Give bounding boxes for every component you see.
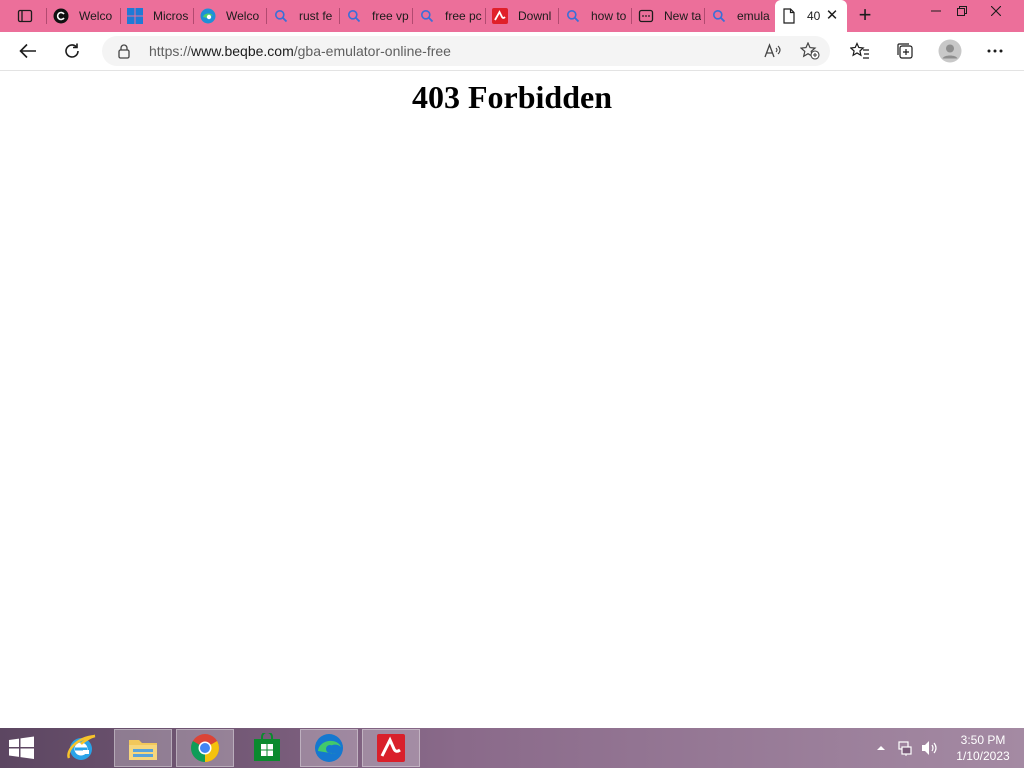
url-host: www.beqbe.com (191, 43, 294, 59)
tab-title: emula (737, 9, 770, 23)
tab-title: free vp (372, 9, 409, 23)
favorites-button[interactable] (844, 35, 876, 67)
taskbar-clock[interactable]: 3:50 PM 1/10/2023 (948, 732, 1018, 764)
tab-welcome-1[interactable]: Welco (47, 4, 119, 28)
network-tray-button[interactable] (896, 728, 916, 768)
windows-start-icon (9, 736, 34, 759)
tab-title: free pc (445, 9, 482, 23)
browser-toolbar: https://www.beqbe.com/gba-emulator-onlin… (0, 32, 1024, 71)
internet-explorer-icon (67, 734, 96, 760)
search-icon (346, 8, 362, 24)
tab-title: Welco (226, 9, 260, 23)
windows-logo-icon (127, 8, 143, 24)
taskbar-store[interactable] (238, 729, 296, 767)
close-icon (991, 6, 1001, 16)
tab-how-to-search[interactable]: how to (559, 4, 629, 28)
restore-button[interactable] (946, 0, 978, 22)
clock-time: 3:50 PM (960, 733, 1006, 747)
tab-rust-search[interactable]: rust fe (267, 4, 337, 28)
collections-icon (897, 43, 913, 59)
taskbar-edge[interactable] (300, 729, 358, 767)
network-icon (898, 741, 912, 756)
restore-icon (957, 6, 967, 16)
address-bar[interactable]: https://www.beqbe.com/gba-emulator-onlin… (102, 36, 830, 66)
avira-icon (377, 734, 405, 762)
page-icon (781, 8, 797, 24)
tab-title: how to (591, 9, 627, 23)
minimize-icon (931, 10, 941, 12)
tab-free-vpn-search[interactable]: free vp (340, 4, 410, 28)
taskbar: 3:50 PM 1/10/2023 (0, 728, 1024, 768)
back-arrow-icon (19, 43, 36, 59)
profile-button[interactable] (934, 35, 966, 67)
add-favorite-button[interactable] (799, 41, 821, 61)
tab-actions-icon (17, 9, 33, 23)
tab-title: Micros (153, 9, 189, 23)
store-icon (254, 733, 280, 761)
read-aloud-icon (764, 43, 781, 58)
clock-date: 1/10/2023 (956, 749, 1010, 763)
close-window-button[interactable] (980, 0, 1012, 22)
speaker-icon (922, 741, 937, 755)
lock-icon[interactable] (116, 43, 132, 59)
avatar-icon (938, 39, 962, 63)
chevron-up-icon (877, 746, 885, 750)
search-icon (565, 8, 581, 24)
taskbar-file-explorer[interactable] (114, 729, 172, 767)
volume-tray-button[interactable] (920, 728, 940, 768)
tab-title: rust fe (299, 9, 333, 23)
tab-title: 40 (807, 9, 821, 23)
read-aloud-button[interactable] (762, 41, 784, 61)
chrome-icon (191, 734, 219, 762)
page-heading: 403 Forbidden (411, 79, 613, 115)
star-add-icon (800, 42, 820, 60)
edge-icon (200, 8, 216, 24)
settings-menu-button[interactable] (979, 35, 1011, 67)
tab-title: Welco (79, 9, 113, 23)
tab-download[interactable]: Downl (486, 4, 556, 28)
tab-strip: Welco Micros Welco rust fe free vp free … (0, 0, 1024, 32)
url-path: /gba-emulator-online-free (293, 43, 451, 59)
back-button[interactable] (12, 35, 44, 67)
tab-microsoft[interactable]: Micros (121, 4, 191, 28)
more-options-icon (987, 49, 1003, 53)
new-tab-button[interactable]: + (852, 4, 878, 26)
taskbar-avira[interactable] (362, 729, 420, 767)
tab-welcome-2[interactable]: Welco (194, 4, 264, 28)
avira-icon (492, 8, 508, 24)
close-tab-icon[interactable]: ✕ (825, 8, 839, 23)
collections-button[interactable] (889, 35, 921, 67)
start-button[interactable] (8, 736, 40, 760)
folder-icon (129, 740, 157, 760)
refresh-icon (65, 43, 79, 58)
favorites-icon (850, 42, 869, 59)
new-tab-page-icon (638, 8, 654, 24)
url-scheme: https:// (149, 43, 192, 59)
show-hidden-icons-button[interactable] (874, 728, 888, 768)
taskbar-internet-explorer[interactable] (52, 729, 110, 767)
search-icon (711, 8, 727, 24)
refresh-button[interactable] (56, 35, 88, 67)
tab-new-tab[interactable]: New ta (632, 4, 702, 28)
search-icon (419, 8, 435, 24)
tab-emulator-search[interactable]: emula (705, 4, 773, 28)
tab-title: New ta (664, 9, 702, 23)
tab-free-pc-search[interactable]: free pc (413, 4, 483, 28)
taskbar-chrome[interactable] (176, 729, 234, 767)
edge-dark-icon (53, 8, 69, 24)
tab-active-403[interactable]: 40 ✕ (775, 0, 847, 32)
page-content: 403 Forbidden (0, 71, 1024, 728)
tab-title: Downl (518, 9, 552, 23)
search-icon (273, 8, 289, 24)
edge-icon (315, 734, 343, 762)
url-text[interactable]: https://www.beqbe.com/gba-emulator-onlin… (149, 43, 451, 59)
tab-actions-button[interactable] (8, 4, 42, 28)
